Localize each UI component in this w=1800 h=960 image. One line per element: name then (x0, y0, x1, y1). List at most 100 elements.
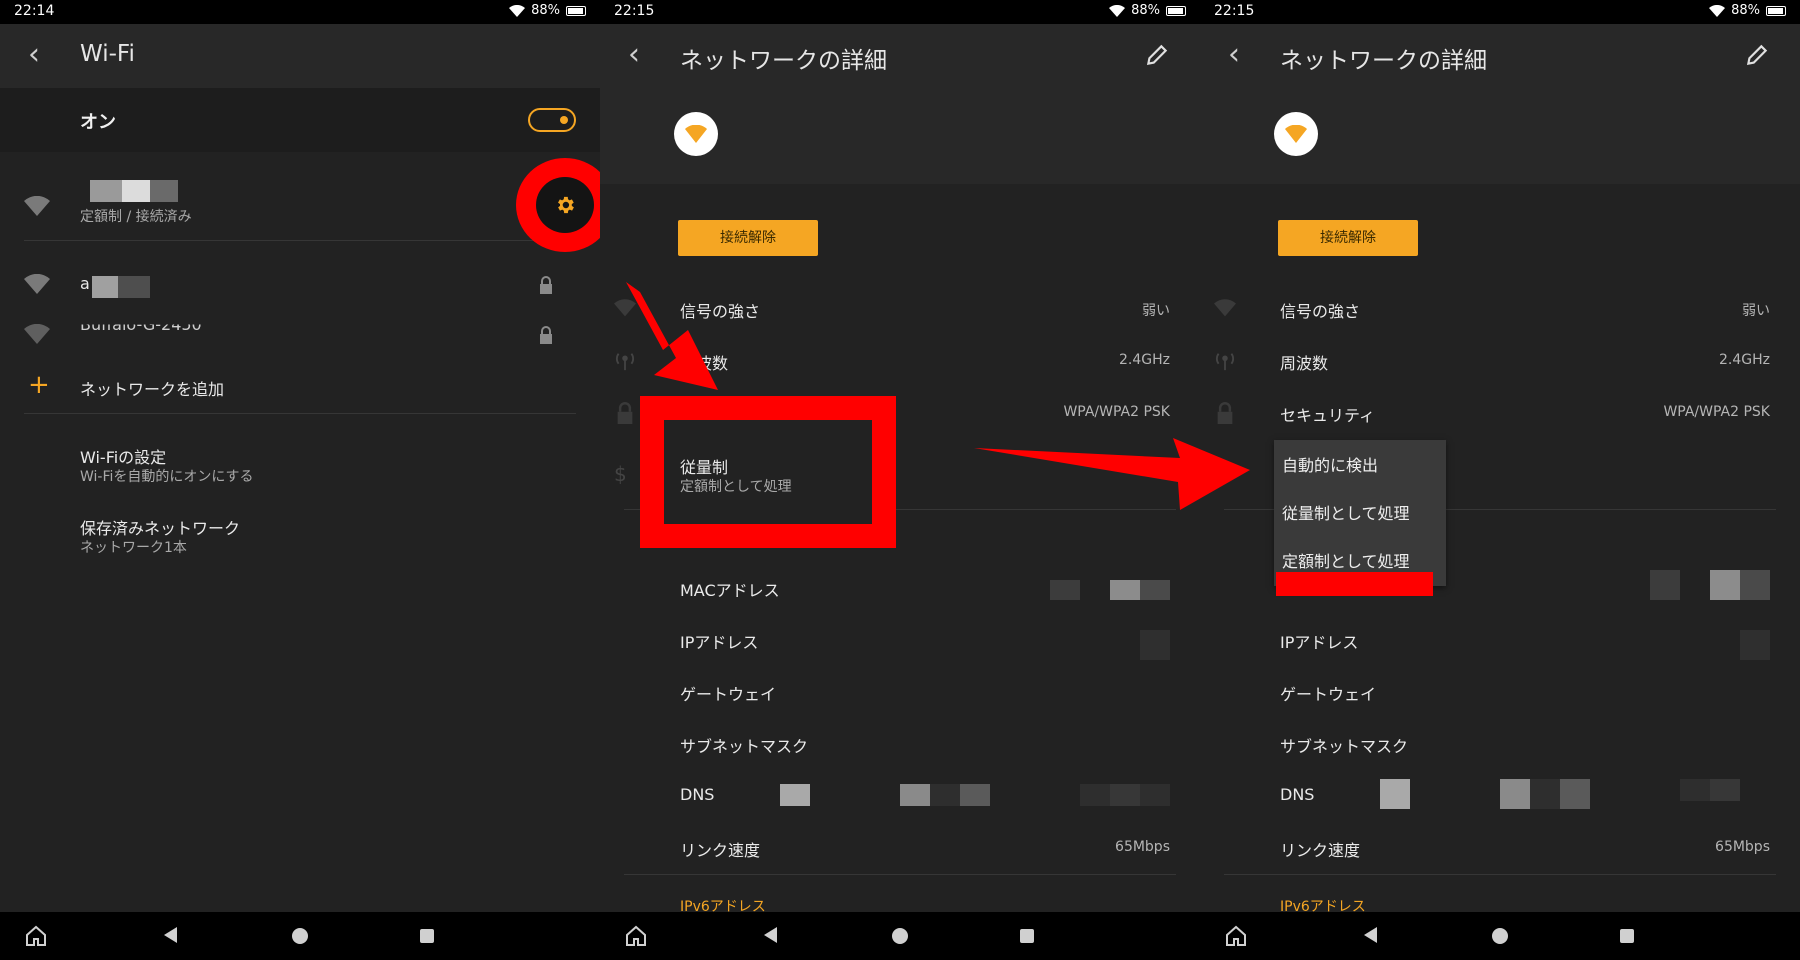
nav-recents-icon[interactable] (1620, 929, 1634, 943)
network-item-3[interactable]: Buffalo-G-2450 (0, 318, 600, 358)
home-icon[interactable] (1224, 924, 1248, 948)
signal-icon (1214, 299, 1236, 317)
link-speed-label: リンク速度 (680, 841, 761, 860)
disconnect-button[interactable]: 接続解除 (678, 220, 818, 256)
security-value: WPA/WPA2 PSK (1663, 404, 1770, 420)
nav-recents-icon[interactable] (1020, 929, 1034, 943)
app-bar: ‹ ネットワークの詳細 (1200, 24, 1800, 88)
lock-icon (540, 326, 552, 344)
wifi-status-icon (509, 4, 526, 17)
frequency-label: 周波数 (1280, 354, 1329, 373)
wifi-icon (24, 324, 50, 344)
divider (1224, 874, 1776, 875)
nav-bar (0, 912, 600, 960)
wifi-icon (24, 196, 50, 216)
network-item-connected[interactable]: 定額制 / 接続済み (0, 170, 600, 240)
page-title: Wi-Fi (80, 41, 135, 67)
wifi-icon (24, 274, 50, 294)
wifi-preferences-title: Wi-Fiの設定 (80, 448, 167, 467)
page-title: ネットワークの詳細 (680, 48, 887, 74)
status-bar: 22:14 88% (0, 0, 600, 24)
pencil-icon[interactable] (1744, 42, 1770, 68)
dropdown-option-metered[interactable]: 従量制として処理 (1282, 500, 1410, 524)
lock-icon (1217, 402, 1233, 424)
saved-networks-item[interactable]: 保存済みネットワーク ネットワーク1本 (0, 515, 600, 565)
network-name: Buffalo-G-2450 (80, 315, 202, 335)
divider (24, 240, 576, 241)
network-name: a (80, 274, 90, 293)
gear-icon (558, 196, 574, 214)
nav-bar (600, 912, 1200, 960)
battery-percent: 88% (1131, 3, 1160, 18)
mac-address-label: MACアドレス (680, 581, 780, 600)
status-bar: 22:15 88% (600, 0, 1200, 24)
nav-home-circle-icon[interactable] (292, 928, 308, 944)
redacted-name (150, 180, 178, 202)
status-time: 22:15 (614, 3, 655, 19)
ip-address-label: IPアドレス (680, 633, 759, 652)
battery-percent: 88% (1731, 3, 1760, 18)
back-icon[interactable]: ‹ (1228, 40, 1260, 72)
toggle-label: オン (80, 112, 116, 133)
wifi-toggle-row[interactable]: オン (0, 88, 600, 152)
dropdown-option-unmetered[interactable]: 定額制として処理 (1282, 548, 1410, 572)
status-time: 22:15 (1214, 3, 1255, 19)
ip-address-label: IPアドレス (1280, 633, 1359, 652)
metered-dropdown-menu: 自動的に検出 従量制として処理 定額制として処理 (1274, 440, 1446, 586)
link-speed-label: リンク速度 (1280, 841, 1361, 860)
dollar-icon: $ (614, 462, 627, 486)
antenna-icon (616, 353, 634, 371)
battery-icon (1166, 5, 1186, 16)
wifi-status-icon (1709, 4, 1726, 17)
dns-label: DNS (680, 785, 715, 804)
annotation-underline (1276, 572, 1433, 596)
nav-home-circle-icon[interactable] (892, 928, 908, 944)
nav-home-circle-icon[interactable] (1492, 928, 1508, 944)
status-time: 22:14 (14, 3, 55, 19)
home-icon[interactable] (24, 924, 48, 948)
add-network-button[interactable]: + ネットワークを追加 (0, 370, 600, 406)
metered-setting-row[interactable]: 従量制 定額制として処理 (664, 420, 872, 524)
signal-icon (614, 299, 636, 317)
wifi-settings-screen: 22:14 88% ‹ Wi-Fi オン 定額制 / 接続済み a Buffal… (0, 0, 600, 960)
wifi-status-icon (1109, 4, 1126, 17)
metered-value: 定額制として処理 (680, 479, 792, 495)
redacted-name (90, 180, 122, 202)
saved-networks-title: 保存済みネットワーク (80, 519, 241, 538)
nav-back-icon[interactable] (164, 927, 177, 943)
subnet-mask-label: サブネットマスク (680, 737, 809, 756)
nav-recents-icon[interactable] (420, 929, 434, 943)
network-header (1200, 88, 1800, 184)
nav-back-icon[interactable] (1364, 927, 1377, 943)
security-label: セキュリティ (1280, 406, 1376, 425)
battery-icon (1766, 5, 1786, 16)
battery-icon (566, 5, 586, 16)
status-bar: 22:15 88% (1200, 0, 1800, 24)
nav-bar (1200, 912, 1800, 960)
nav-back-icon[interactable] (764, 927, 777, 943)
home-icon[interactable] (624, 924, 648, 948)
wifi-toggle-switch[interactable] (528, 108, 576, 132)
signal-strength-value: 弱い (1142, 303, 1170, 319)
gateway-label: ゲートウェイ (680, 685, 777, 704)
dropdown-option-auto[interactable]: 自動的に検出 (1282, 452, 1378, 476)
wifi-preferences-sub: Wi-Fiを自動的にオンにする (80, 469, 254, 485)
dns-label: DNS (1280, 785, 1315, 804)
back-icon[interactable]: ‹ (28, 40, 60, 72)
page-title: ネットワークの詳細 (1280, 48, 1487, 74)
battery-percent: 88% (531, 3, 560, 18)
link-speed-value: 65Mbps (1715, 839, 1770, 855)
app-bar: ‹ ネットワークの詳細 (600, 24, 1200, 88)
wifi-preferences-item[interactable]: Wi-Fiの設定 Wi-Fiを自動的にオンにする (0, 444, 600, 494)
link-speed-value: 65Mbps (1115, 839, 1170, 855)
wifi-icon (685, 125, 707, 143)
signal-strength-value: 弱い (1742, 303, 1770, 319)
pencil-icon[interactable] (1144, 42, 1170, 68)
add-network-label: ネットワークを追加 (80, 380, 225, 399)
disconnect-button[interactable]: 接続解除 (1278, 220, 1418, 256)
back-icon[interactable]: ‹ (628, 40, 660, 72)
network-item-2[interactable]: a (0, 266, 600, 306)
network-header (600, 88, 1200, 184)
frequency-value: 2.4GHz (1719, 352, 1770, 368)
security-value: WPA/WPA2 PSK (1063, 404, 1170, 420)
